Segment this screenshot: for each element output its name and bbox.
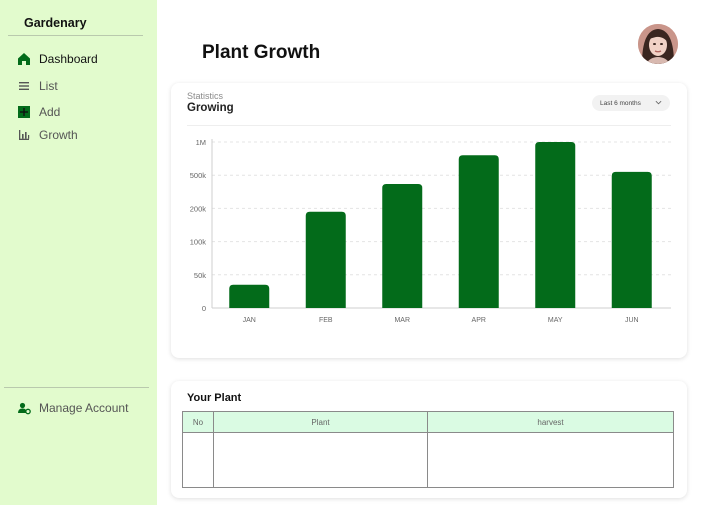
table-cell-plant [213, 432, 428, 488]
y-tick-label: 0 [202, 304, 206, 313]
table-row [182, 432, 674, 488]
bar-jun [611, 171, 652, 308]
sidebar-item-growth[interactable]: Growth [17, 127, 78, 143]
app-brand[interactable]: Gardenary [24, 16, 87, 30]
x-tick-label: JUN [625, 317, 639, 324]
sidebar-item-label: List [39, 79, 58, 93]
bar-mar [382, 184, 423, 308]
column-header-harvest[interactable]: harvest [427, 411, 674, 433]
statistics-card: Statistics Growing Last 6 months 0 50k 100… [171, 83, 687, 358]
y-tick-label: 200k [190, 204, 207, 213]
bar-feb [305, 211, 346, 308]
column-header-no[interactable]: No [182, 411, 214, 433]
user-avatar[interactable] [638, 24, 678, 64]
manage-account-link[interactable]: Manage Account [17, 401, 128, 415]
x-tick-label: JAN [243, 317, 256, 324]
sidebar-item-add[interactable]: Add [17, 104, 60, 120]
y-tick-label: 1M [196, 138, 206, 147]
x-tick-label: APR [472, 317, 486, 324]
page-title: Plant Growth [202, 42, 321, 63]
table-cell-no [182, 432, 214, 488]
sidebar-item-label: Dashboard [39, 52, 98, 66]
x-tick-label: MAR [394, 317, 410, 324]
growth-bar-chart: 0 50k 100k 200k 500k 1M JAN FEB MAR APR MAY JUN [190, 138, 671, 324]
table-cell-harvest [427, 432, 674, 488]
manage-account-label: Manage Account [39, 401, 129, 415]
y-tick-label: 50k [194, 271, 206, 280]
y-tick-label: 500k [190, 171, 207, 180]
bar-apr [458, 155, 499, 308]
your-plant-title: Your Plant [187, 392, 242, 404]
bar-jan [229, 284, 270, 308]
table-header-row: No Plant harvest [182, 411, 674, 433]
x-tick-label: FEB [319, 317, 333, 324]
bar-chart-icon [17, 128, 31, 142]
sidebar-item-list[interactable]: List [17, 78, 58, 94]
sidebar-item-dashboard[interactable]: Dashboard [17, 51, 98, 67]
add-icon [17, 105, 31, 119]
sidebar-item-label: Add [39, 105, 61, 119]
your-plant-card: Your Plant No Plant harvest [171, 381, 687, 498]
list-icon [17, 79, 31, 93]
home-icon [17, 52, 31, 66]
sidebar-bottom-divider [4, 387, 149, 388]
sidebar: Gardenary Dashboard List Add Growth Mana… [0, 0, 157, 505]
x-tick-label: MAY [548, 317, 563, 324]
sidebar-divider [8, 35, 143, 36]
plant-table: No Plant harvest [182, 411, 674, 488]
y-tick-label: 100k [190, 238, 207, 247]
user-settings-icon [17, 401, 31, 415]
sidebar-item-label: Growth [39, 128, 78, 142]
column-header-plant[interactable]: Plant [213, 411, 428, 433]
bar-may [535, 142, 576, 308]
